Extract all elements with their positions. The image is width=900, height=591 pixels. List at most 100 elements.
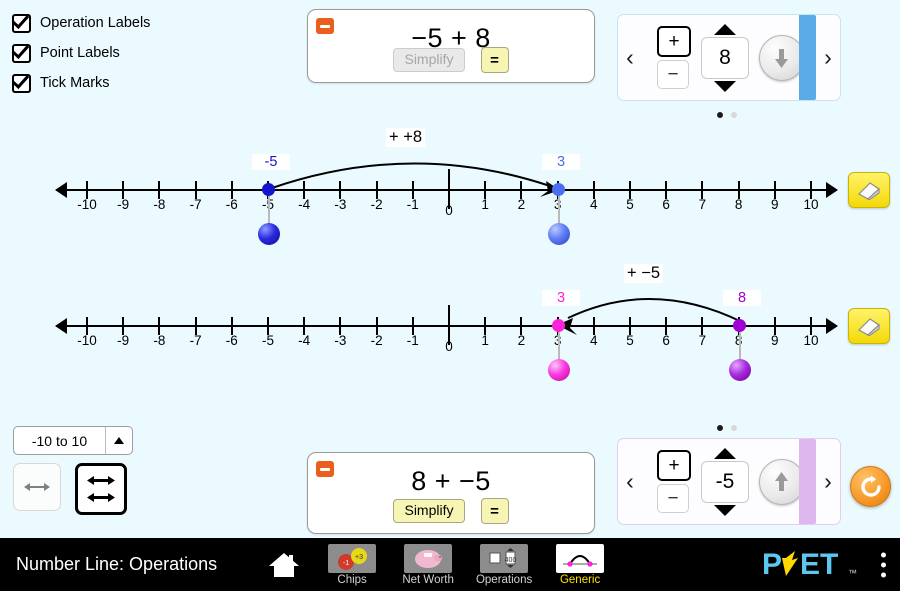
single-line-radio[interactable]	[13, 463, 61, 511]
spinner-value-top[interactable]: 8	[701, 36, 749, 79]
kebab-menu-icon[interactable]	[881, 552, 886, 577]
spinner-down-arrow-icon-bottom[interactable]	[714, 504, 736, 516]
checkbox-label: Tick Marks	[40, 75, 110, 91]
bottom-equation-panel: 8 + −5 Simplify =	[307, 452, 595, 534]
arrow-hook-up-icon	[775, 471, 788, 491]
svg-text:ET: ET	[800, 548, 838, 581]
draggable-ball-start-2[interactable]	[729, 359, 751, 381]
carousel-edge-top	[799, 15, 816, 100]
spinner-value-bottom[interactable]: -5	[701, 460, 749, 503]
tick-label: -7	[189, 333, 202, 348]
reset-all-button[interactable]	[850, 466, 891, 507]
sign-selector-top: + −	[657, 26, 691, 89]
range-selector[interactable]: -10 to 10	[13, 426, 133, 455]
tick-label: 0	[445, 339, 453, 354]
tick-label: -1	[406, 197, 419, 212]
svg-text:400: 400	[505, 557, 517, 564]
tick-label: 6	[662, 197, 670, 212]
home-button[interactable]	[267, 551, 301, 579]
tab-label: Chips	[337, 573, 367, 586]
carousel-page-dots-bottom	[717, 425, 737, 431]
operation-label-2: + −5	[624, 264, 664, 283]
svg-text:+3: +3	[355, 554, 363, 561]
spinner-up-arrow-icon-bottom[interactable]	[714, 447, 736, 459]
spinner-up-arrow-icon-top[interactable]	[714, 23, 736, 35]
minus-button-top[interactable]: −	[657, 60, 689, 89]
top-equation-buttons: Simplify =	[308, 47, 594, 73]
point-label-end-2: 3	[542, 290, 580, 306]
tick-label: 1	[481, 197, 489, 212]
page-dot[interactable]	[731, 112, 737, 118]
operations-icon: 400	[480, 543, 529, 573]
tick-label: 7	[698, 333, 707, 348]
amount-spinner-top: 8	[701, 23, 749, 92]
axis-arrow-right-2	[826, 318, 838, 334]
home-icon	[269, 552, 300, 577]
point-start-2[interactable]	[733, 319, 746, 332]
tab-operations[interactable]: 400 Operations	[475, 543, 533, 586]
tab-chips[interactable]: -1 +3 Chips	[323, 543, 381, 586]
bottom-operation-editor: + − -5	[642, 447, 816, 516]
tick-label: -1	[406, 333, 419, 348]
tick-label: 10	[803, 333, 819, 348]
point-label-end-1: 3	[542, 154, 580, 170]
phet-logo[interactable]: P ET ™	[762, 548, 858, 582]
checkbox-operation-labels[interactable]: Operation Labels	[12, 10, 150, 36]
sim-screen: Operation Labels Point Labels Tick Marks…	[0, 0, 900, 538]
axis-arrow-left-2	[55, 318, 67, 334]
spinner-down-arrow-icon-top[interactable]	[714, 80, 736, 92]
tick-label: 9	[771, 333, 779, 348]
tick-label: 5	[626, 333, 634, 348]
top-equation-panel: −5 + 8 Simplify =	[307, 9, 595, 83]
checkbox-tick-marks[interactable]: Tick Marks	[12, 70, 150, 96]
page-dot[interactable]	[717, 425, 723, 431]
checkbox-point-labels[interactable]: Point Labels	[12, 40, 150, 66]
plus-button-top[interactable]: +	[657, 26, 691, 57]
top-operation-carousel: ‹ + − 8 ›	[617, 14, 841, 101]
page-dot[interactable]	[717, 112, 723, 118]
piggy-bank-icon	[404, 543, 453, 573]
draggable-ball-end-1[interactable]	[548, 223, 570, 245]
tick-label: 4	[590, 333, 598, 348]
tick-label: -6	[225, 333, 238, 348]
tab-generic[interactable]: Generic	[551, 543, 609, 586]
equals-button-top[interactable]: =	[480, 47, 509, 73]
erase-button-1[interactable]	[848, 172, 890, 208]
top-operation-editor: + − 8	[642, 23, 816, 92]
tab-net-worth[interactable]: Net Worth	[399, 543, 457, 586]
tick-label: 5	[626, 197, 634, 212]
page-dot[interactable]	[731, 425, 737, 431]
number-line-2: + −5 -10-9-8-7-6-5-4-3-2-1012345678910 3…	[0, 256, 900, 426]
equals-button-bottom[interactable]: =	[480, 498, 509, 524]
plus-button-bottom[interactable]: +	[657, 450, 691, 481]
double-arrow-icon	[87, 493, 115, 502]
axis-line-2	[64, 325, 836, 327]
draggable-ball-end-2[interactable]	[548, 359, 570, 381]
arrow-hook-down-icon	[775, 48, 788, 68]
phet-logo-icon: P ET ™	[762, 548, 857, 581]
point-start-1[interactable]	[262, 183, 275, 196]
double-line-radio[interactable]	[75, 463, 127, 515]
carousel-next-top[interactable]: ›	[816, 46, 840, 69]
tick-label: 2	[517, 197, 526, 212]
svg-text:-1: -1	[343, 560, 349, 567]
bottom-equation-text: 8 + −5	[411, 466, 491, 496]
erase-button-2[interactable]	[848, 308, 890, 344]
tick-label: 0	[445, 203, 453, 218]
chips-icon: -1 +3	[328, 543, 377, 573]
draggable-ball-start-1[interactable]	[258, 223, 280, 245]
carousel-prev-top[interactable]: ‹	[618, 46, 642, 69]
tick-label: 7	[698, 197, 707, 212]
tick-label: -10	[77, 333, 97, 348]
tab-label: Net Worth	[402, 573, 454, 586]
minus-button-bottom[interactable]: −	[657, 484, 689, 513]
simplify-button-top[interactable]: Simplify	[393, 48, 465, 72]
carousel-prev-bottom[interactable]: ‹	[618, 470, 642, 493]
simplify-button-bottom[interactable]: Simplify	[393, 499, 465, 523]
tick-label: -6	[225, 197, 238, 212]
point-end-2[interactable]	[552, 319, 565, 332]
tick-label: -2	[370, 333, 383, 348]
tick-label: 6	[662, 333, 670, 348]
carousel-next-bottom[interactable]: ›	[816, 470, 840, 493]
point-end-1[interactable]	[552, 183, 565, 196]
